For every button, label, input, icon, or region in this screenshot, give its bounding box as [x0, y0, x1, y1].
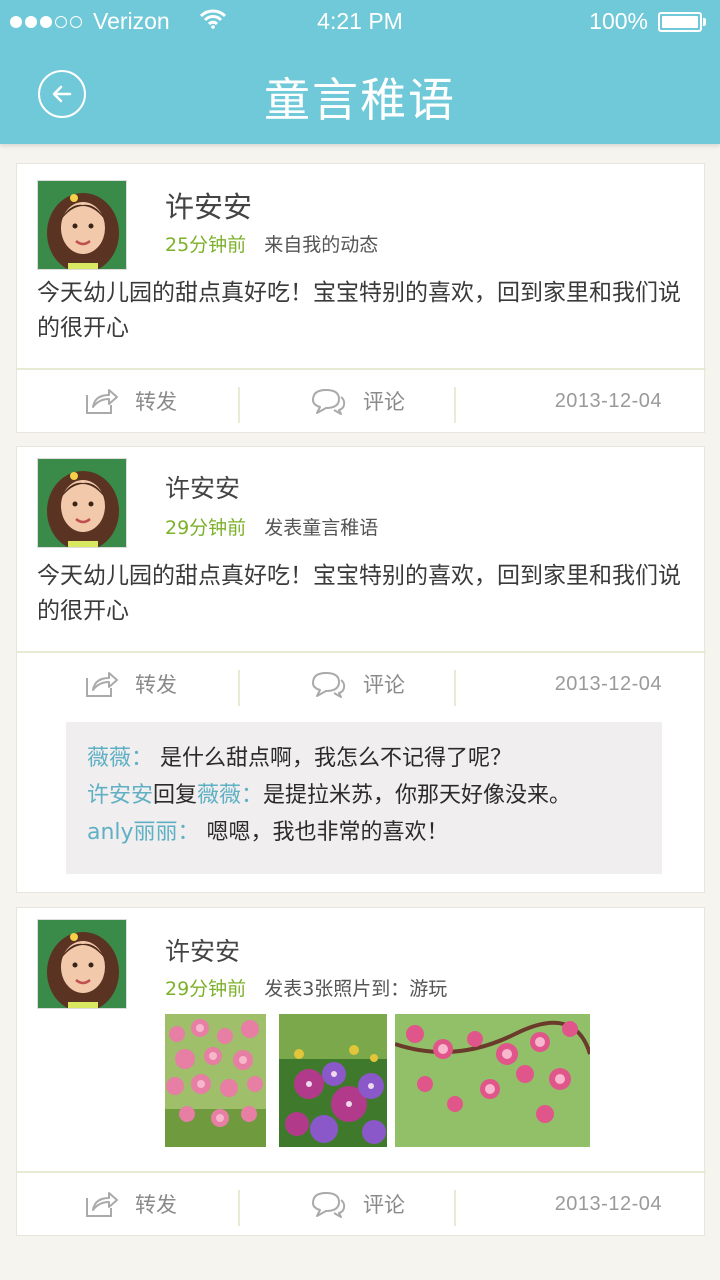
comment-list: 薇薇： 是什么甜点啊，我怎么不记得了呢？ 许安安回复薇薇：是提拉米苏，你那天好像… — [66, 722, 662, 874]
divider — [454, 387, 456, 423]
reply-word: 回复 — [153, 783, 198, 808]
post-source: 发表3张照片到：游玩 — [264, 978, 448, 1000]
share-label: 转发 — [135, 390, 177, 414]
avatar[interactable] — [37, 458, 127, 548]
post-source: 来自我的动态 — [264, 234, 379, 256]
comment-text: 嗯嗯，我也非常的喜欢！ — [199, 820, 449, 845]
status-bar: Verizon 4:21 PM 100% — [0, 0, 720, 42]
post-meta: 29分钟前 发表童言稚语 — [165, 513, 378, 540]
comment-icon — [312, 389, 346, 415]
share-label: 转发 — [135, 1193, 177, 1217]
comment-item: 薇薇： 是什么甜点啊，我怎么不记得了呢？ — [87, 740, 662, 777]
comment-button[interactable]: 评论 — [309, 653, 405, 715]
comment-item: 许安安回复薇薇：是提拉米苏，你那天好像没来。 — [87, 777, 662, 814]
comment-text: 是提拉米苏，你那天好像没来。 — [263, 783, 572, 808]
username[interactable]: 许安安 — [165, 184, 252, 226]
username[interactable]: 许安安 — [165, 469, 240, 505]
divider — [238, 387, 240, 423]
time-ago: 29分钟前 — [165, 517, 247, 539]
post-date: 2013-12-04 — [554, 389, 662, 412]
share-button[interactable]: 转发 — [83, 653, 177, 715]
share-button[interactable]: 转发 — [83, 1173, 177, 1235]
share-icon — [86, 672, 118, 697]
comment-button[interactable]: 评论 — [309, 1173, 405, 1235]
comment-icon — [312, 672, 346, 698]
post-actions: 转发 评论 2013-12-04 — [17, 651, 706, 715]
username[interactable]: 许安安 — [165, 932, 240, 968]
post-content: 今天幼儿园的甜点真好吃！宝宝特别的喜欢，回到家里和我们说的很开心 — [37, 563, 681, 624]
share-button[interactable]: 转发 — [83, 370, 177, 432]
post-date: 2013-12-04 — [554, 1192, 662, 1215]
divider — [238, 1190, 240, 1226]
page-title: 童言稚语 — [264, 73, 456, 127]
time-ago: 25分钟前 — [165, 234, 247, 256]
post-card: 许安安 25分钟前 来自我的动态 今天幼儿园的甜点真好吃！宝宝特别的喜欢，回到家里… — [16, 163, 706, 433]
time-ago: 29分钟前 — [165, 978, 247, 1000]
post-meta: 29分钟前 发表3张照片到：游玩 — [165, 974, 447, 1001]
comment-text: 是什么甜点啊，我怎么不记得了呢？ — [153, 746, 513, 771]
divider — [454, 1190, 456, 1226]
comment-item: anly丽丽： 嗯嗯，我也非常的喜欢！ — [87, 814, 662, 851]
post-actions: 转发 评论 2013-12-04 — [17, 1171, 706, 1235]
comment-icon — [312, 1192, 346, 1218]
avatar[interactable] — [37, 919, 127, 1009]
share-label: 转发 — [135, 673, 177, 697]
purple-petunias-photo[interactable] — [279, 1014, 387, 1147]
commenter-name[interactable]: anly丽丽： — [87, 820, 200, 845]
post-card: 许安安 29分钟前 发表3张照片到：游玩 转发 评论 2013-12-04 — [16, 907, 706, 1236]
share-icon — [86, 389, 118, 414]
pink-flowers-photo[interactable] — [165, 1014, 266, 1147]
post-source: 发表童言稚语 — [264, 517, 379, 539]
avatar[interactable] — [37, 180, 127, 270]
app-header: Verizon 4:21 PM 100% 童言稚语 — [0, 0, 720, 144]
commenter-name[interactable]: 薇薇： — [87, 746, 153, 771]
pink-blossoms-photo[interactable] — [395, 1014, 590, 1147]
battery-icon — [658, 11, 706, 32]
post-actions: 转发 评论 2013-12-04 — [17, 368, 706, 432]
commenter-name[interactable]: 许安安 — [87, 783, 153, 808]
reply-target-name[interactable]: 薇薇： — [197, 783, 263, 808]
battery-percent: 100% — [589, 8, 648, 34]
divider — [454, 670, 456, 706]
divider — [238, 670, 240, 706]
comment-label: 评论 — [363, 390, 405, 414]
post-content: 今天幼儿园的甜点真好吃！宝宝特别的喜欢，回到家里和我们说的很开心 — [37, 280, 681, 341]
post-meta: 25分钟前 来自我的动态 — [165, 230, 378, 257]
comment-label: 评论 — [363, 673, 405, 697]
share-icon — [86, 1192, 118, 1217]
comment-label: 评论 — [363, 1193, 405, 1217]
post-date: 2013-12-04 — [554, 672, 662, 695]
post-card: 许安安 29分钟前 发表童言稚语 今天幼儿园的甜点真好吃！宝宝特别的喜欢，回到家里… — [16, 446, 706, 893]
comment-button[interactable]: 评论 — [309, 370, 405, 432]
